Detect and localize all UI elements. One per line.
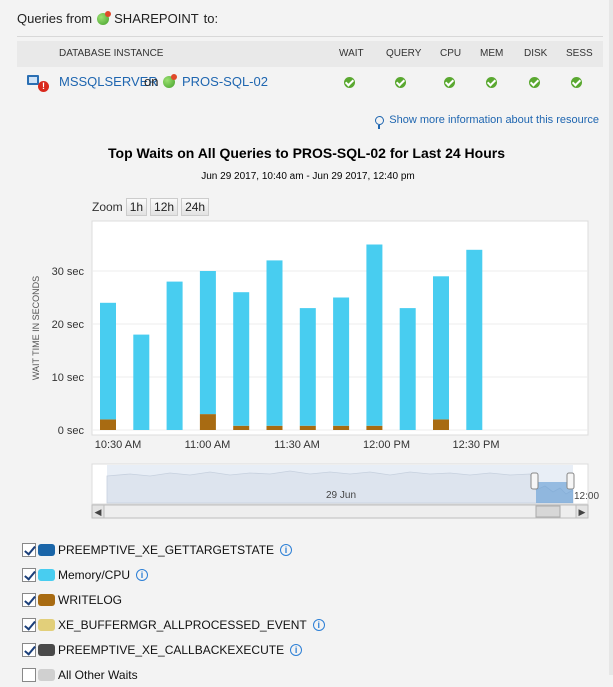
col-cpu: CPU — [440, 48, 462, 59]
x-tick-label: 12:30 PM — [452, 439, 499, 451]
y-tick-label: 0 sec — [58, 425, 85, 437]
queries-header: Queries from SHAREPOINT to: — [17, 10, 219, 26]
col-wait: WAIT — [339, 48, 364, 59]
legend-item[interactable]: WRITELOG — [22, 587, 325, 612]
bar-memory-cpu[interactable] — [333, 297, 350, 426]
arrow-left-icon: ◀ — [95, 507, 102, 517]
bar-memory-cpu[interactable] — [266, 260, 283, 426]
bar-writelog[interactable] — [233, 425, 250, 430]
bar-memory-cpu[interactable] — [199, 271, 216, 415]
error-icon: ! — [38, 81, 49, 92]
y-axis-label: WAIT TIME IN SECONDS — [31, 276, 41, 380]
legend-checkbox[interactable] — [22, 567, 36, 582]
y-tick-label: 10 sec — [52, 372, 85, 384]
legend-checkbox[interactable] — [22, 592, 36, 607]
show-more-info-label: Show more information about this resourc… — [389, 114, 599, 126]
legend-swatch — [38, 643, 55, 656]
query-status-icon — [395, 67, 406, 97]
wait-status-icon — [344, 67, 355, 97]
table-header: DATABASE INSTANCE WAIT QUERY CPU MEM DIS… — [17, 41, 603, 67]
server-status-icon — [163, 74, 177, 88]
legend-item[interactable]: Memory/CPU i — [22, 562, 325, 587]
col-query: QUERY — [386, 48, 422, 59]
bar-memory-cpu[interactable] — [166, 281, 183, 430]
y-tick-label: 20 sec — [52, 319, 85, 331]
cpu-status-icon — [444, 67, 455, 97]
navigator-date-label: 29 Jun — [326, 490, 356, 501]
x-tick-label: 11:00 AM — [185, 439, 231, 451]
scroll-thumb[interactable] — [535, 505, 561, 518]
header-divider — [17, 36, 603, 37]
bar-memory-cpu[interactable] — [100, 302, 116, 420]
legend-label: Memory/CPU — [58, 567, 131, 582]
sess-status-icon — [571, 67, 582, 97]
bar-writelog[interactable] — [100, 419, 116, 430]
bar-writelog[interactable] — [366, 425, 383, 430]
bar-writelog[interactable] — [333, 425, 350, 430]
header-suffix: to: — [203, 11, 219, 26]
legend-swatch — [38, 593, 55, 606]
y-tick-label: 30 sec — [52, 266, 85, 278]
bar-memory-cpu[interactable] — [233, 292, 250, 426]
navigator-time-label: 12:00 — [574, 491, 599, 502]
on-text: on — [144, 74, 159, 89]
bar-memory-cpu[interactable] — [366, 244, 383, 426]
legend-swatch — [38, 568, 55, 581]
server-icon — [27, 75, 39, 85]
table-row: ! MSSQLSERVER on PROS-SQL-02 — [17, 67, 603, 97]
col-mem: MEM — [480, 48, 504, 59]
legend-item[interactable]: PREEMPTIVE_XE_CALLBACKEXECUTE i — [22, 637, 325, 662]
legend-checkbox[interactable] — [22, 642, 36, 657]
info-icon[interactable]: i — [280, 543, 293, 556]
header-source: SHAREPOINT — [114, 11, 199, 26]
x-tick-label: 11:30 AM — [274, 439, 320, 451]
legend-label: WRITELOG — [58, 592, 123, 607]
info-icon[interactable]: i — [290, 643, 303, 656]
legend-label: XE_BUFFERMGR_ALLPROCESSED_EVENT — [58, 617, 307, 632]
bar-memory-cpu[interactable] — [433, 276, 449, 420]
col-database-instance: DATABASE INSTANCE — [59, 48, 164, 59]
location-pin-icon — [375, 115, 385, 129]
info-icon[interactable]: i — [312, 618, 325, 631]
bar-writelog[interactable] — [433, 419, 449, 430]
bar-writelog[interactable] — [199, 414, 216, 430]
legend-swatch — [38, 543, 55, 556]
bar-writelog[interactable] — [299, 425, 316, 430]
navigator-left-handle[interactable] — [530, 472, 539, 490]
x-tick-label: 12:00 PM — [363, 439, 410, 451]
arrow-right-icon: ▶ — [579, 507, 586, 517]
navigator-scrollbar[interactable] — [91, 504, 589, 519]
bar-writelog[interactable] — [266, 425, 283, 430]
disk-status-icon — [529, 67, 540, 97]
navigator-right-handle[interactable] — [566, 472, 575, 490]
show-more-info-link[interactable]: Show more information about this resourc… — [375, 114, 599, 129]
wait-chart: 0 sec 10 sec 20 sec 30 sec 10:30 AM 11:00 AM… — [31, 220, 599, 519]
mem-status-icon — [486, 67, 497, 97]
server-link[interactable]: PROS-SQL-02 — [182, 67, 268, 97]
bar-memory-cpu[interactable] — [466, 249, 483, 430]
bar-memory-cpu[interactable] — [399, 308, 416, 430]
bar-memory-cpu[interactable] — [299, 308, 316, 426]
info-icon[interactable]: i — [136, 568, 149, 581]
legend-label: PREEMPTIVE_XE_GETTARGETSTATE — [58, 542, 275, 557]
legend-label: PREEMPTIVE_XE_CALLBACKEXECUTE — [58, 642, 285, 657]
chart-legend: PREEMPTIVE_XE_GETTARGETSTATE i Memory/CPU i… — [22, 537, 325, 687]
legend-checkbox[interactable] — [22, 617, 36, 632]
col-disk: DISK — [524, 48, 548, 59]
legend-checkbox[interactable] — [22, 542, 36, 557]
legend-swatch — [38, 618, 55, 631]
chart-subtitle: Jun 29 2017, 10:40 am - Jun 29 2017, 12:… — [201, 171, 415, 182]
legend-item[interactable]: XE_BUFFERMGR_ALLPROCESSED_EVENT i — [22, 612, 325, 637]
x-tick-label: 10:30 AM — [95, 439, 141, 451]
bar-memory-cpu[interactable] — [133, 334, 150, 430]
header-prefix: Queries from — [17, 11, 93, 26]
chart-title: Top Waits on All Queries to PROS-SQL-02 … — [108, 145, 505, 161]
legend-item[interactable]: PREEMPTIVE_XE_GETTARGETSTATE i — [22, 537, 325, 562]
instance-link[interactable]: MSSQLSERVER — [59, 67, 158, 97]
col-sess: SESS — [566, 48, 593, 59]
sharepoint-status-icon — [97, 10, 112, 25]
